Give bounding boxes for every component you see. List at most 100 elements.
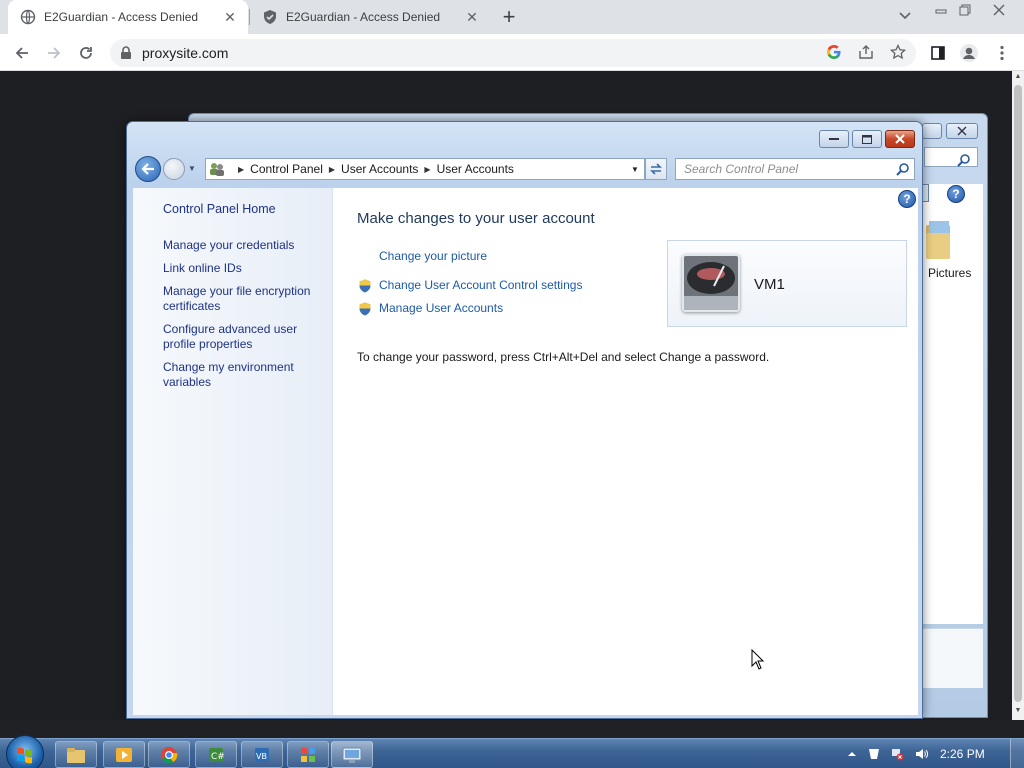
background-window-details-pane [923,628,983,688]
background-close-button[interactable] [946,123,978,139]
more-menu-icon[interactable] [992,43,1012,63]
password-instructions: To change your password, press Ctrl+Alt+… [357,350,770,364]
profile-avatar-icon[interactable] [959,43,979,63]
minimize-button[interactable] [819,130,849,148]
new-tab-button[interactable]: + [498,6,520,28]
close-tab-icon[interactable]: ✕ [462,7,482,27]
advanced-profile-properties-link[interactable]: Configure advanced user profile properti… [163,322,323,352]
scroll-up-arrow-icon[interactable]: ▲ [1014,73,1022,81]
uac-shield-icon [359,302,371,316]
minimize-icon[interactable] [930,2,952,18]
user-name: VM1 [754,276,785,293]
turntable-picture-icon [684,256,738,310]
breadcrumb-item[interactable]: Control Panel [250,162,323,176]
change-picture-link[interactable]: Change your picture [379,249,487,263]
show-hidden-icons-icon[interactable] [845,747,859,761]
browser-tab-inactive[interactable]: E2Guardian - Access Denied ✕ [250,0,490,34]
control-panel-taskbar-button[interactable] [287,741,329,768]
close-tab-icon[interactable]: ✕ [220,7,240,27]
back-button[interactable] [135,156,161,182]
page-title: Make changes to your user account [357,210,595,227]
control-panel-icon [301,747,315,762]
file-encryption-certificates-link[interactable]: Manage your file encryption certificates [163,284,323,314]
show-desktop-button[interactable] [1010,739,1024,768]
back-arrow-icon[interactable] [9,40,35,66]
vb-taskbar-button[interactable]: VB [241,741,283,768]
forward-button[interactable] [163,158,185,180]
breadcrumb-separator-icon[interactable]: ▶ [424,165,430,174]
remote-desktop-icon [342,747,362,763]
globe-icon [20,9,36,25]
google-icon[interactable] [825,43,843,61]
tab-title: E2Guardian - Access Denied [44,10,199,24]
pictures-folder-label[interactable]: Pictures [928,266,971,280]
address-history-dropdown-icon[interactable]: ▼ [626,159,644,179]
scrollbar-thumb[interactable] [1014,85,1022,702]
lock-icon[interactable] [120,46,132,60]
breadcrumb-item[interactable]: User Accounts [437,162,514,176]
page-scrollbar[interactable]: ▲ ▼ [1012,71,1024,720]
remote-desktop-view[interactable]: ? Pictures ▼ ▶ Control Panel ▶ User Acco… [0,71,1012,720]
network-disconnected-icon[interactable] [890,747,904,761]
refresh-button[interactable] [645,158,667,180]
csharp-icon: C# [209,747,225,762]
restore-icon[interactable] [954,2,976,18]
browser-tab-bar: E2Guardian - Access Denied ✕ E2Guardian … [0,0,1024,34]
scroll-down-arrow-icon[interactable]: ▼ [1014,707,1022,715]
shield-favicon-icon [264,10,276,24]
action-center-icon[interactable] [867,747,881,761]
svg-text:C#: C# [211,752,225,762]
csharp-taskbar-button[interactable]: C# [195,741,237,768]
media-player-taskbar-button[interactable] [103,741,145,768]
windows-logo-icon [17,747,32,764]
tab-search-icon[interactable] [894,8,916,24]
browser-toolbar: proxysite.com [0,34,1024,71]
address-bar[interactable]: proxysite.com [110,39,916,67]
help-icon[interactable]: ? [947,185,965,203]
volume-icon[interactable] [914,747,928,761]
side-panel-icon[interactable] [928,43,948,63]
close-window-icon[interactable] [988,2,1010,18]
vb-icon: VB [255,747,269,762]
search-icon[interactable] [957,153,971,167]
close-button[interactable] [885,130,915,148]
search-input[interactable]: Search Control Panel [675,158,915,180]
breadcrumb[interactable]: ▶ Control Panel ▶ User Accounts ▶ User A… [205,158,645,180]
control-panel-window[interactable]: ▼ ▶ Control Panel ▶ User Accounts ▶ User… [126,121,923,719]
explorer-icon [67,747,85,763]
control-panel-content: Control Panel Home Manage your credentia… [133,188,918,715]
explorer-taskbar-button[interactable] [55,741,97,768]
bookmark-star-icon[interactable] [889,43,907,61]
mouse-pointer-icon [751,649,765,670]
uac-settings-link[interactable]: Change User Account Control settings [379,278,582,292]
chrome-taskbar-button[interactable] [148,741,190,768]
tab-title: E2Guardian - Access Denied [286,10,441,24]
control-panel-navigation-bar: ▼ ▶ Control Panel ▶ User Accounts ▶ User… [133,154,918,184]
breadcrumb-separator-icon[interactable]: ▶ [329,165,335,174]
uac-shield-icon [359,279,371,293]
control-panel-home-link[interactable]: Control Panel Home [163,202,323,217]
task-sidebar: Control Panel Home Manage your credentia… [133,188,333,715]
start-button[interactable] [6,735,44,768]
recent-pages-dropdown-icon[interactable]: ▼ [188,164,198,174]
system-clock[interactable]: 2:26 PM [940,747,985,761]
breadcrumb-item[interactable]: User Accounts [341,162,418,176]
search-icon[interactable] [896,162,910,176]
browser-tab-active[interactable]: E2Guardian - Access Denied ✕ [8,0,248,34]
avatar[interactable] [682,254,740,312]
back-arrow-icon [141,163,154,175]
reload-icon[interactable] [73,40,99,66]
help-icon[interactable]: ? [898,190,916,208]
main-panel: ? Make changes to your user account Chan… [333,188,918,715]
breadcrumb-separator-icon[interactable]: ▶ [238,165,244,174]
background-maximize-button[interactable] [922,123,942,139]
link-online-ids-link[interactable]: Link online IDs [163,261,323,276]
share-icon[interactable] [857,43,875,61]
manage-credentials-link[interactable]: Manage your credentials [163,238,323,253]
forward-arrow-icon[interactable] [41,40,67,66]
manage-user-accounts-link[interactable]: Manage User Accounts [379,301,503,315]
pictures-folder-icon[interactable] [926,219,952,265]
environment-variables-link[interactable]: Change my environment variables [163,360,323,390]
maximize-button[interactable] [852,130,882,148]
remote-desktop-taskbar-button[interactable] [331,741,373,768]
